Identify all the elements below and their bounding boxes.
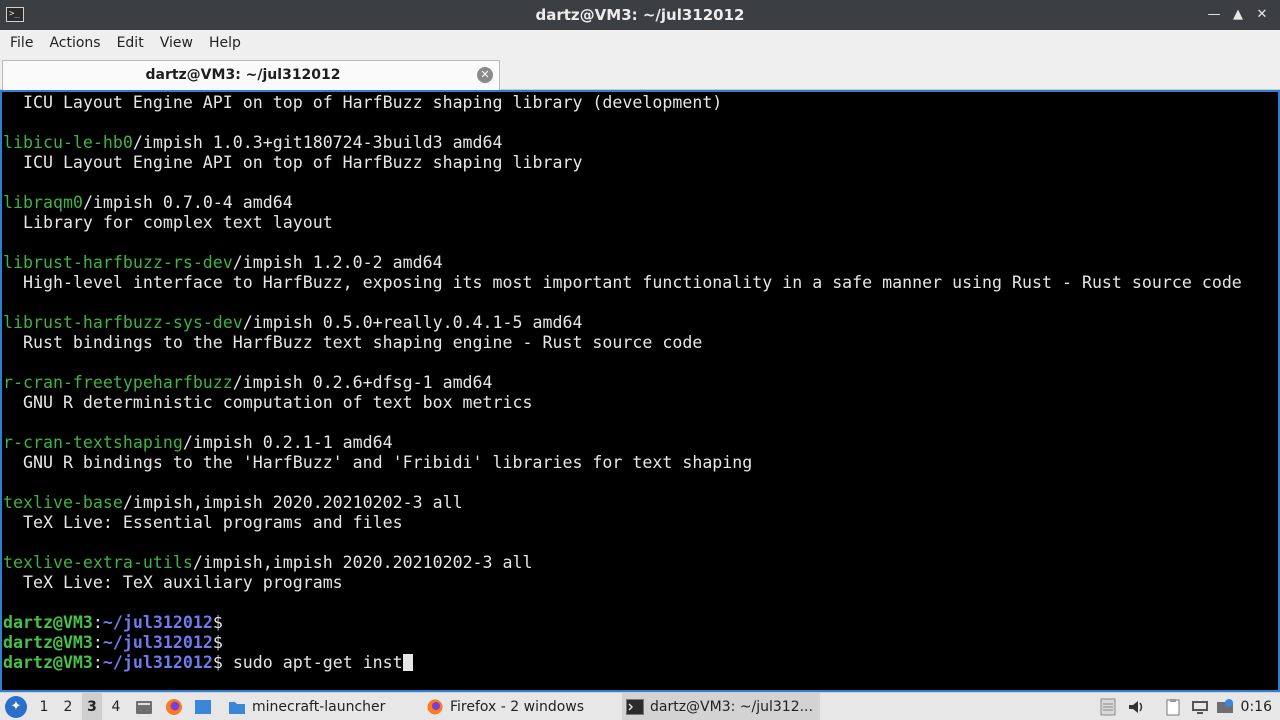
task-label: dartz@VM3: ~/jul312... [650, 699, 813, 715]
workspace-2[interactable]: 2 [58, 693, 78, 720]
workspace-3[interactable]: 3 [82, 693, 102, 720]
workspace-4[interactable]: 4 [106, 693, 126, 720]
folder-icon [229, 702, 245, 714]
package-description: ICU Layout Engine API on top of HarfBuzz… [3, 153, 583, 172]
task-minecraft-launcher[interactable]: minecraft-launcher [224, 693, 414, 720]
package-version: /impish,impish 2020.20210202-3 all [192, 553, 533, 572]
task-label: Firefox - 2 windows [450, 699, 585, 715]
tab-bar: dartz@VM3: ~/jul312012 ✕ [0, 56, 1280, 90]
text-cursor [402, 654, 413, 671]
package-name: libraqm0 [3, 193, 83, 212]
tab-label: dartz@VM3: ~/jul312012 [145, 67, 341, 83]
terminal-line: TeX Live: Essential programs and files [3, 513, 403, 533]
network-icon[interactable] [1216, 698, 1234, 716]
clock: 0:16 [1240, 699, 1272, 715]
package-name: librust-harfbuzz-rs-dev [3, 253, 233, 272]
terminal-line: r-cran-textshaping/impish 0.2.1-1 amd64 [3, 433, 393, 453]
terminal-line: Rust bindings to the HarfBuzz text shapi… [3, 333, 702, 353]
terminal-line: GNU R bindings to the 'HarfBuzz' and 'Fr… [3, 453, 752, 473]
prompt-path: ~/jul312012 [102, 653, 213, 672]
maximize-icon[interactable]: ▲ [1230, 6, 1246, 24]
terminal-line: TeX Live: TeX auxiliary programs [3, 573, 343, 593]
package-version: /impish 1.0.3+git180724-3build3 amd64 [132, 133, 503, 152]
package-name: librust-harfbuzz-sys-dev [3, 313, 243, 332]
display-icon[interactable] [1191, 698, 1209, 716]
notes-icon[interactable] [1099, 698, 1117, 716]
package-description: GNU R deterministic computation of text … [3, 393, 533, 412]
terminal-line: libraqm0/impish 0.7.0-4 amd64 [3, 193, 293, 213]
terminal-line: libicu-le-hb0/impish 1.0.3+git180724-3bu… [3, 133, 503, 153]
terminal-output[interactable]: ICU Layout Engine API on top of HarfBuzz… [0, 90, 1280, 692]
prompt-symbol: $ [212, 633, 223, 652]
firefox-icon[interactable] [165, 698, 183, 716]
firefox-icon [427, 699, 443, 715]
prompt-path: ~/jul312012 [102, 613, 213, 632]
menu-edit[interactable]: Edit [109, 30, 152, 56]
task-label: minecraft-launcher [252, 699, 386, 715]
terminal-line: r-cran-freetypeharfbuzz/impish 0.2.6+dfs… [3, 373, 493, 393]
prompt-line: dartz@VM3:~/jul312012$ [3, 613, 223, 633]
package-name: r-cran-textshaping [3, 433, 183, 452]
close-tab-icon[interactable]: ✕ [477, 67, 493, 83]
package-description: Rust bindings to the HarfBuzz text shapi… [3, 333, 703, 352]
terminal-line: texlive-base/impish,impish 2020.20210202… [3, 493, 463, 513]
task-firefox[interactable]: Firefox - 2 windows [422, 693, 618, 720]
terminal-line: GNU R deterministic computation of text … [3, 393, 533, 413]
minimize-icon[interactable]: — [1206, 6, 1222, 24]
close-icon[interactable]: ✕ [1254, 6, 1270, 24]
terminal-icon [626, 699, 644, 715]
package-name: libicu-le-hb0 [3, 133, 133, 152]
package-description: High-level interface to HarfBuzz, exposi… [3, 273, 1242, 292]
package-version: /impish 0.7.0-4 amd64 [82, 193, 293, 212]
prompt-user: dartz@VM3 [3, 613, 93, 632]
prompt-user: dartz@VM3 [3, 633, 93, 652]
terminal-line: texlive-extra-utils/impish,impish 2020.2… [3, 553, 533, 573]
menu-help[interactable]: Help [201, 30, 249, 56]
package-version: /impish 0.5.0+really.0.4.1-5 amd64 [242, 313, 583, 332]
package-version: /impish 1.2.0-2 amd64 [232, 253, 443, 272]
package-version: /impish 0.2.6+dfsg-1 amd64 [232, 373, 493, 392]
menu-view[interactable]: View [152, 30, 201, 56]
terminal-line: Library for complex text layout [3, 213, 333, 233]
package-description: TeX Live: Essential programs and files [3, 513, 403, 532]
terminal-tab[interactable]: dartz@VM3: ~/jul312012 ✕ [2, 60, 500, 90]
prompt-line: dartz@VM3:~/jul312012$ [3, 633, 223, 653]
package-name: texlive-base [3, 493, 123, 512]
window-title: dartz@VM3: ~/jul312012 [535, 6, 745, 24]
window-titlebar: >_ dartz@VM3: ~/jul312012 — ▲ ✕ [0, 0, 1280, 30]
prompt-colon: : [92, 653, 103, 672]
terminal-line: ICU Layout Engine API on top of HarfBuzz… [3, 93, 722, 113]
workspace-1[interactable]: 1 [34, 693, 54, 720]
show-desktop-icon[interactable] [194, 698, 212, 716]
command-input[interactable]: sudo apt-get inst [223, 653, 403, 672]
package-version: /impish 0.2.1-1 amd64 [182, 433, 393, 452]
terminal-line: High-level interface to HarfBuzz, exposi… [3, 273, 1242, 293]
package-description: GNU R bindings to the 'HarfBuzz' and 'Fr… [3, 453, 753, 472]
prompt-colon: : [92, 613, 103, 632]
terminal-line: ICU Layout Engine API on top of HarfBuzz… [3, 153, 582, 173]
package-description: ICU Layout Engine API on top of HarfBuzz… [3, 93, 723, 112]
package-description: Library for complex text layout [3, 213, 333, 232]
taskbar: ✦ 1 2 3 4 minecraft-launcher Firefox - 2… [0, 692, 1280, 720]
volume-icon[interactable] [1127, 698, 1145, 716]
menu-bar: File Actions Edit View Help [0, 30, 1280, 56]
package-description: TeX Live: TeX auxiliary programs [3, 573, 343, 592]
prompt-line: dartz@VM3:~/jul312012$ sudo apt-get inst [3, 653, 413, 673]
prompt-user: dartz@VM3 [3, 653, 93, 672]
prompt-symbol: $ [212, 653, 223, 672]
prompt-colon: : [92, 633, 103, 652]
terminal-line: librust-harfbuzz-rs-dev/impish 1.2.0-2 a… [3, 253, 443, 273]
prompt-path: ~/jul312012 [102, 633, 213, 652]
file-manager-icon[interactable] [135, 698, 153, 716]
start-menu-icon[interactable]: ✦ [5, 696, 27, 718]
menu-actions[interactable]: Actions [41, 30, 108, 56]
package-name: r-cran-freetypeharfbuzz [3, 373, 233, 392]
package-version: /impish,impish 2020.20210202-3 all [122, 493, 463, 512]
package-name: texlive-extra-utils [3, 553, 193, 572]
terminal-line: librust-harfbuzz-sys-dev/impish 0.5.0+re… [3, 313, 582, 333]
prompt-symbol: $ [212, 613, 223, 632]
menu-file[interactable]: File [2, 30, 41, 56]
task-terminal[interactable]: dartz@VM3: ~/jul312... [622, 693, 820, 720]
clipboard-icon[interactable] [1164, 698, 1182, 716]
